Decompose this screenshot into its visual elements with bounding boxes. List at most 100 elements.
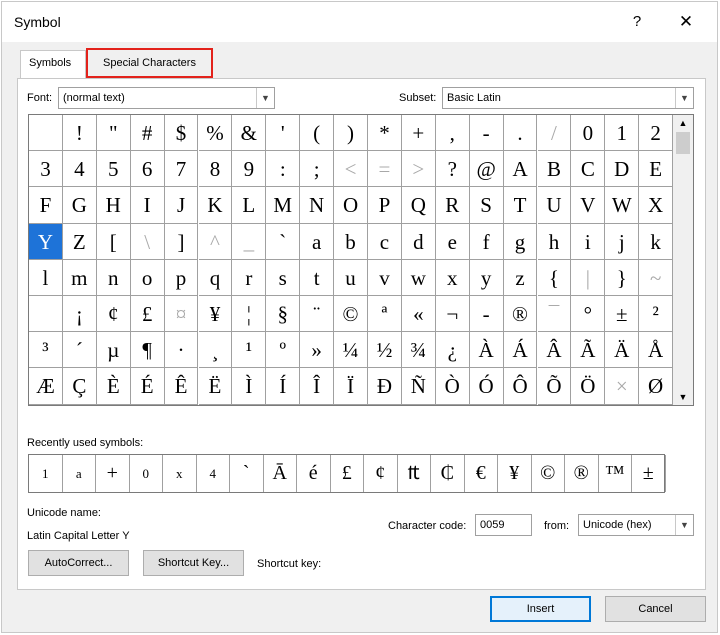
chevron-down-icon[interactable]: ▼ bbox=[256, 88, 274, 108]
symbol-cell[interactable]: a bbox=[300, 223, 335, 260]
symbol-cell[interactable] bbox=[29, 115, 63, 152]
close-button[interactable]: ✕ bbox=[666, 8, 706, 36]
symbol-cell[interactable]: _ bbox=[232, 223, 267, 260]
recent-symbol[interactable]: x bbox=[163, 455, 197, 492]
symbol-cell[interactable]: m bbox=[62, 259, 97, 296]
symbol-cell[interactable]: : bbox=[266, 151, 301, 188]
recent-symbol[interactable]: ₵ bbox=[431, 455, 465, 492]
cancel-button[interactable]: Cancel bbox=[605, 596, 706, 622]
recent-symbol[interactable]: 1 bbox=[29, 455, 63, 492]
symbol-cell[interactable]: v bbox=[368, 259, 402, 296]
symbol-cell[interactable]: ¼ bbox=[334, 332, 368, 369]
symbol-cell[interactable]: T bbox=[503, 187, 538, 224]
recent-symbol[interactable]: ₶ bbox=[398, 455, 431, 492]
symbol-cell[interactable]: n bbox=[96, 259, 131, 296]
symbol-cell[interactable]: k bbox=[639, 223, 674, 260]
symbol-cell[interactable]: ) bbox=[334, 115, 368, 152]
symbol-cell[interactable]: Ì bbox=[232, 368, 267, 405]
symbol-cell[interactable]: K bbox=[198, 187, 233, 224]
symbol-cell[interactable]: W bbox=[605, 187, 640, 224]
symbol-cell[interactable]: × bbox=[605, 368, 640, 405]
symbol-cell[interactable]: J bbox=[164, 187, 199, 224]
symbol-cell[interactable]: [ bbox=[96, 223, 131, 260]
symbol-cell[interactable]: 3 bbox=[29, 151, 63, 188]
symbol-cell[interactable]: Z bbox=[62, 223, 97, 260]
tab-symbols[interactable]: Symbols bbox=[20, 50, 86, 80]
symbol-cell[interactable]: È bbox=[96, 368, 131, 405]
symbol-cell[interactable]: $ bbox=[164, 115, 199, 152]
grid-scrollbar[interactable]: ▲ ▼ bbox=[673, 115, 693, 405]
symbol-cell[interactable]: Q bbox=[401, 187, 436, 224]
symbol-cell[interactable]: Õ bbox=[537, 368, 572, 405]
recent-symbol[interactable]: + bbox=[96, 455, 130, 492]
symbol-cell[interactable]: 1 bbox=[605, 115, 640, 152]
symbol-cell[interactable] bbox=[29, 296, 63, 333]
scroll-thumb[interactable] bbox=[676, 132, 690, 154]
symbol-cell[interactable]: À bbox=[469, 332, 504, 369]
symbol-cell[interactable]: / bbox=[537, 115, 572, 152]
symbol-cell[interactable]: Á bbox=[503, 332, 538, 369]
recent-symbol[interactable]: ¢ bbox=[364, 455, 398, 492]
symbol-cell[interactable]: d bbox=[401, 223, 436, 260]
recent-symbol[interactable]: ` bbox=[230, 455, 264, 492]
recent-symbol[interactable]: © bbox=[532, 455, 565, 492]
symbol-cell[interactable]: \ bbox=[130, 223, 165, 260]
symbol-cell[interactable]: Ê bbox=[164, 368, 199, 405]
symbol-cell[interactable]: 6 bbox=[130, 151, 165, 188]
symbol-cell[interactable]: Ñ bbox=[401, 368, 436, 405]
character-code-input[interactable]: 0059 bbox=[475, 514, 532, 536]
symbol-cell[interactable]: Ç bbox=[62, 368, 97, 405]
recent-symbol[interactable]: ¥ bbox=[498, 455, 532, 492]
symbol-cell[interactable]: Ô bbox=[503, 368, 538, 405]
symbol-cell[interactable]: 5 bbox=[96, 151, 131, 188]
symbol-cell[interactable]: Å bbox=[639, 332, 674, 369]
symbol-cell[interactable]: H bbox=[96, 187, 131, 224]
symbol-cell[interactable]: ° bbox=[571, 296, 606, 333]
symbol-cell[interactable]: » bbox=[300, 332, 335, 369]
symbol-cell[interactable]: o bbox=[130, 259, 165, 296]
symbol-cell[interactable]: { bbox=[537, 259, 572, 296]
symbol-cell[interactable]: G bbox=[62, 187, 97, 224]
symbol-cell[interactable]: ` bbox=[266, 223, 301, 260]
symbol-cell[interactable]: ´ bbox=[62, 332, 97, 369]
symbol-cell[interactable]: - bbox=[469, 296, 504, 333]
chevron-down-icon[interactable]: ▼ bbox=[675, 515, 693, 535]
symbol-cell[interactable]: µ bbox=[96, 332, 131, 369]
symbol-cell[interactable]: F bbox=[29, 187, 63, 224]
symbol-cell[interactable]: @ bbox=[469, 151, 504, 188]
symbol-cell[interactable]: Æ bbox=[29, 368, 63, 405]
symbol-cell[interactable]: Ø bbox=[639, 368, 674, 405]
symbol-cell[interactable]: ¦ bbox=[232, 296, 267, 333]
symbol-cell[interactable]: + bbox=[401, 115, 436, 152]
symbol-cell[interactable]: A bbox=[503, 151, 538, 188]
recent-symbol[interactable]: ™ bbox=[599, 455, 632, 492]
symbol-cell[interactable]: l bbox=[29, 259, 63, 296]
recent-symbol[interactable]: Ā bbox=[264, 455, 297, 492]
shortcut-key-button[interactable]: Shortcut Key... bbox=[143, 550, 244, 576]
symbol-cell[interactable]: ! bbox=[62, 115, 97, 152]
symbol-cell[interactable]: 9 bbox=[232, 151, 267, 188]
symbol-cell[interactable]: L bbox=[232, 187, 267, 224]
symbol-cell[interactable]: E bbox=[639, 151, 674, 188]
symbol-cell[interactable]: c bbox=[368, 223, 402, 260]
subset-dropdown[interactable]: Basic Latin ▼ bbox=[442, 87, 694, 109]
symbol-cell[interactable]: Â bbox=[537, 332, 572, 369]
symbol-cell[interactable]: C bbox=[571, 151, 606, 188]
symbol-cell[interactable]: # bbox=[130, 115, 165, 152]
symbol-cell[interactable]: ¿ bbox=[435, 332, 470, 369]
symbol-cell[interactable]: p bbox=[164, 259, 199, 296]
symbol-cell[interactable]: ¸ bbox=[198, 332, 233, 369]
symbol-cell[interactable]: r bbox=[232, 259, 267, 296]
symbol-cell[interactable]: y bbox=[469, 259, 504, 296]
symbol-cell[interactable]: ³ bbox=[29, 332, 63, 369]
symbol-cell[interactable]: R bbox=[435, 187, 470, 224]
symbol-cell[interactable]: I bbox=[130, 187, 165, 224]
symbol-cell[interactable]: ¤ bbox=[164, 296, 199, 333]
symbol-cell[interactable]: ; bbox=[300, 151, 335, 188]
symbol-cell[interactable]: % bbox=[198, 115, 233, 152]
symbol-cell[interactable]: ^ bbox=[198, 223, 233, 260]
symbol-cell[interactable]: i bbox=[571, 223, 606, 260]
symbol-cell[interactable]: < bbox=[334, 151, 368, 188]
recent-symbol[interactable]: £ bbox=[331, 455, 364, 492]
symbol-cell[interactable]: ] bbox=[164, 223, 199, 260]
